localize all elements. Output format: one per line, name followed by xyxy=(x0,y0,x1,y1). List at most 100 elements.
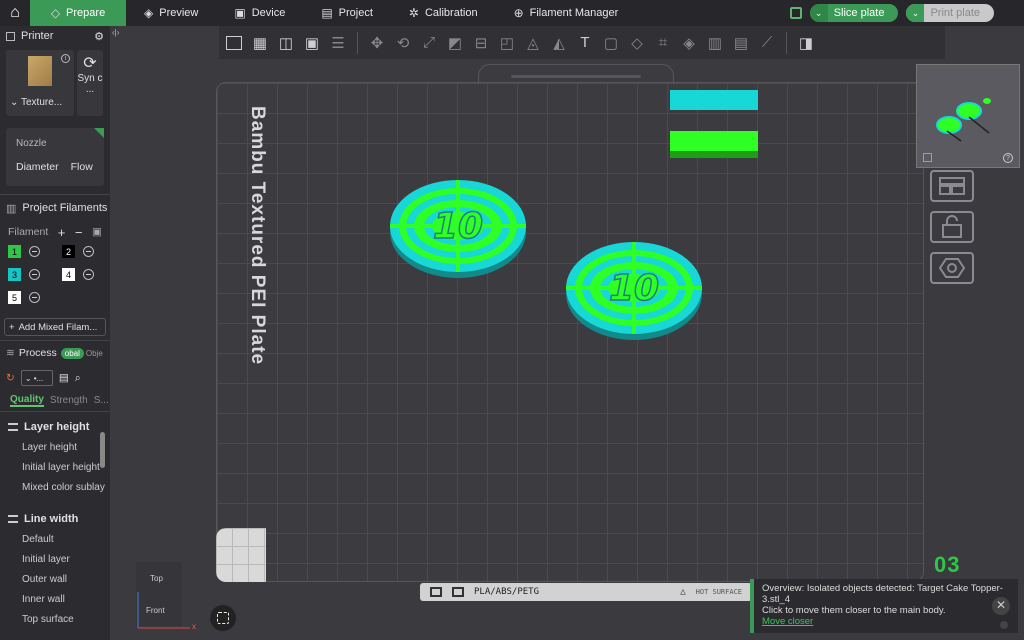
filament-chip-4[interactable]: 4 xyxy=(62,268,110,281)
split-layers-icon[interactable]: ☰ xyxy=(327,32,349,54)
wipe-tower[interactable] xyxy=(670,90,758,158)
plate-label: Bambu Textured PEI Plate xyxy=(247,106,268,366)
process-icon: ≋ xyxy=(6,347,15,359)
remove-icon[interactable] xyxy=(83,246,94,257)
measure-icon[interactable]: ⌗ xyxy=(652,32,674,54)
plate-rim xyxy=(478,64,674,84)
view-cube[interactable]: Top Front x xyxy=(136,562,196,632)
zoom-fit-button[interactable] xyxy=(210,605,236,631)
option-default[interactable]: Default xyxy=(0,530,110,550)
tab-prepare[interactable]: ◇ Prepare xyxy=(30,0,126,26)
plate-type-selector[interactable]: i ⌄ Texture... xyxy=(6,50,74,116)
remove-icon[interactable] xyxy=(29,292,40,303)
object-list-icon[interactable]: ▤ xyxy=(730,32,752,54)
settings-button[interactable] xyxy=(930,252,974,284)
option-inner-wall[interactable]: Inner wall xyxy=(0,590,110,610)
option-layer-height[interactable]: Layer height xyxy=(0,438,110,458)
minimize-icon[interactable] xyxy=(1000,621,1008,629)
emboss-icon[interactable]: ▢ xyxy=(600,32,622,54)
bucket-icon[interactable]: ▥ xyxy=(704,32,726,54)
plate-thumbnail-preview[interactable]: ? xyxy=(916,64,1020,168)
layout-button[interactable] xyxy=(930,170,974,202)
axis-x-label: x xyxy=(192,622,196,631)
view-toggle-icon[interactable]: ◨ xyxy=(795,32,817,54)
move-closer-link[interactable]: Move closer xyxy=(762,616,1010,627)
filament-chip-5[interactable]: 5 xyxy=(8,291,62,304)
option-outer-wall[interactable]: Outer wall xyxy=(0,570,110,590)
remove-filament-icon[interactable]: − xyxy=(75,225,83,240)
group-layer-height: Layer height xyxy=(0,416,110,438)
color-paint-icon[interactable]: ◭ xyxy=(548,32,570,54)
calibration-icon: ✲ xyxy=(408,6,419,20)
nozzle-flow-label: Flow xyxy=(70,161,93,173)
filament-chip-2[interactable]: 2 xyxy=(62,245,110,258)
option-initial-layer[interactable]: Initial layer xyxy=(0,550,110,570)
target-label-1: 10 xyxy=(433,206,483,247)
left-sidebar: Printer ⚙ i ⌄ Texture... ⟳ Syn c ... Noz… xyxy=(0,26,110,640)
reset-icon[interactable]: ↻ xyxy=(6,372,15,384)
target-object-2[interactable]: 10 xyxy=(556,234,712,346)
ruler-icon[interactable]: ⟋ xyxy=(756,32,778,54)
boolean-icon[interactable]: ◰ xyxy=(496,32,518,54)
add-mixed-filament-button[interactable]: + Add Mixed Filam... xyxy=(4,318,106,336)
assembly-icon[interactable]: ◈ xyxy=(678,32,700,54)
selected-corner-icon xyxy=(94,128,104,138)
add-object-icon[interactable] xyxy=(223,32,245,54)
tab-more[interactable]: S... xyxy=(94,395,109,406)
option-initial-layer-height[interactable]: Initial layer height xyxy=(0,458,110,478)
help-icon[interactable]: ? xyxy=(1003,153,1013,163)
slice-plate-button[interactable]: ⌄ Slice plate xyxy=(809,4,899,22)
sidebar-scrollbar[interactable] xyxy=(100,432,105,468)
chevron-down-icon[interactable]: ⌄ xyxy=(809,4,828,22)
tab-calibration[interactable]: ✲ Calibration xyxy=(391,0,496,26)
close-icon[interactable]: ✕ xyxy=(992,597,1010,615)
target-label-2: 10 xyxy=(609,268,659,309)
target-object-1[interactable]: 10 xyxy=(380,172,536,284)
plate-thumbnail xyxy=(28,56,52,86)
info-icon[interactable]: i xyxy=(61,54,70,63)
global-object-toggle[interactable]: obal Obje xyxy=(60,347,105,359)
home-icon[interactable]: ⌂ xyxy=(0,0,30,26)
tab-filament-manager[interactable]: ⊕ Filament Manager xyxy=(496,0,637,26)
tab-project[interactable]: ▤ Project xyxy=(303,0,391,26)
filament-chip-1[interactable]: 1 xyxy=(8,245,62,258)
support-paint-icon[interactable]: ◬ xyxy=(522,32,544,54)
tab-device[interactable]: ▣ Device xyxy=(216,0,303,26)
chevron-down-icon[interactable]: ⌄ xyxy=(906,4,925,22)
lock-button[interactable] xyxy=(930,211,974,243)
save-icon[interactable]: ▤ xyxy=(59,372,69,384)
tab-strength[interactable]: Strength xyxy=(50,395,88,406)
rotate-icon[interactable]: ⟲ xyxy=(392,32,414,54)
option-mixed-color-sublayer[interactable]: Mixed color sublay xyxy=(0,478,110,498)
remove-icon[interactable] xyxy=(29,269,40,280)
arrange-icon[interactable]: ▣ xyxy=(301,32,323,54)
cube-view-icon[interactable]: ◇ xyxy=(626,32,648,54)
filament-settings-icon[interactable]: ▣ xyxy=(92,226,102,238)
filament-chip-3[interactable]: 3 xyxy=(8,268,62,281)
scale-icon[interactable]: ⤢ xyxy=(418,32,440,54)
package-icon[interactable] xyxy=(789,7,802,19)
collapse-sidebar-icon[interactable]: ‹|› xyxy=(112,28,119,37)
text-icon[interactable]: T xyxy=(574,32,596,54)
add-plate-icon[interactable]: ▦ xyxy=(249,32,271,54)
axis-lines xyxy=(137,592,190,629)
option-top-surface[interactable]: Top surface xyxy=(0,610,110,630)
plate-number: 03 xyxy=(934,552,961,577)
project-icon: ▤ xyxy=(321,6,333,20)
cube-icon xyxy=(923,153,932,162)
gear-icon[interactable]: ⚙ xyxy=(94,30,104,43)
move-icon[interactable]: ✥ xyxy=(366,32,388,54)
print-plate-button[interactable]: ⌄ Print plate xyxy=(906,4,994,22)
lay-on-face-icon[interactable]: ◩ xyxy=(444,32,466,54)
add-filament-icon[interactable]: + xyxy=(58,225,66,240)
sync-button[interactable]: ⟳ Syn c ... xyxy=(77,50,103,116)
sync-icon: ⟳ xyxy=(83,55,97,72)
tab-quality[interactable]: Quality xyxy=(10,394,44,407)
tab-preview[interactable]: ◈ Preview xyxy=(126,0,216,26)
remove-icon[interactable] xyxy=(29,246,40,257)
cut-icon[interactable]: ⊟ xyxy=(470,32,492,54)
process-preset-select[interactable]: ⌄ •... xyxy=(20,370,53,386)
remove-icon[interactable] xyxy=(83,269,94,280)
auto-orient-icon[interactable]: ◫ xyxy=(275,32,297,54)
search-icon[interactable]: ⌕ xyxy=(75,372,81,385)
